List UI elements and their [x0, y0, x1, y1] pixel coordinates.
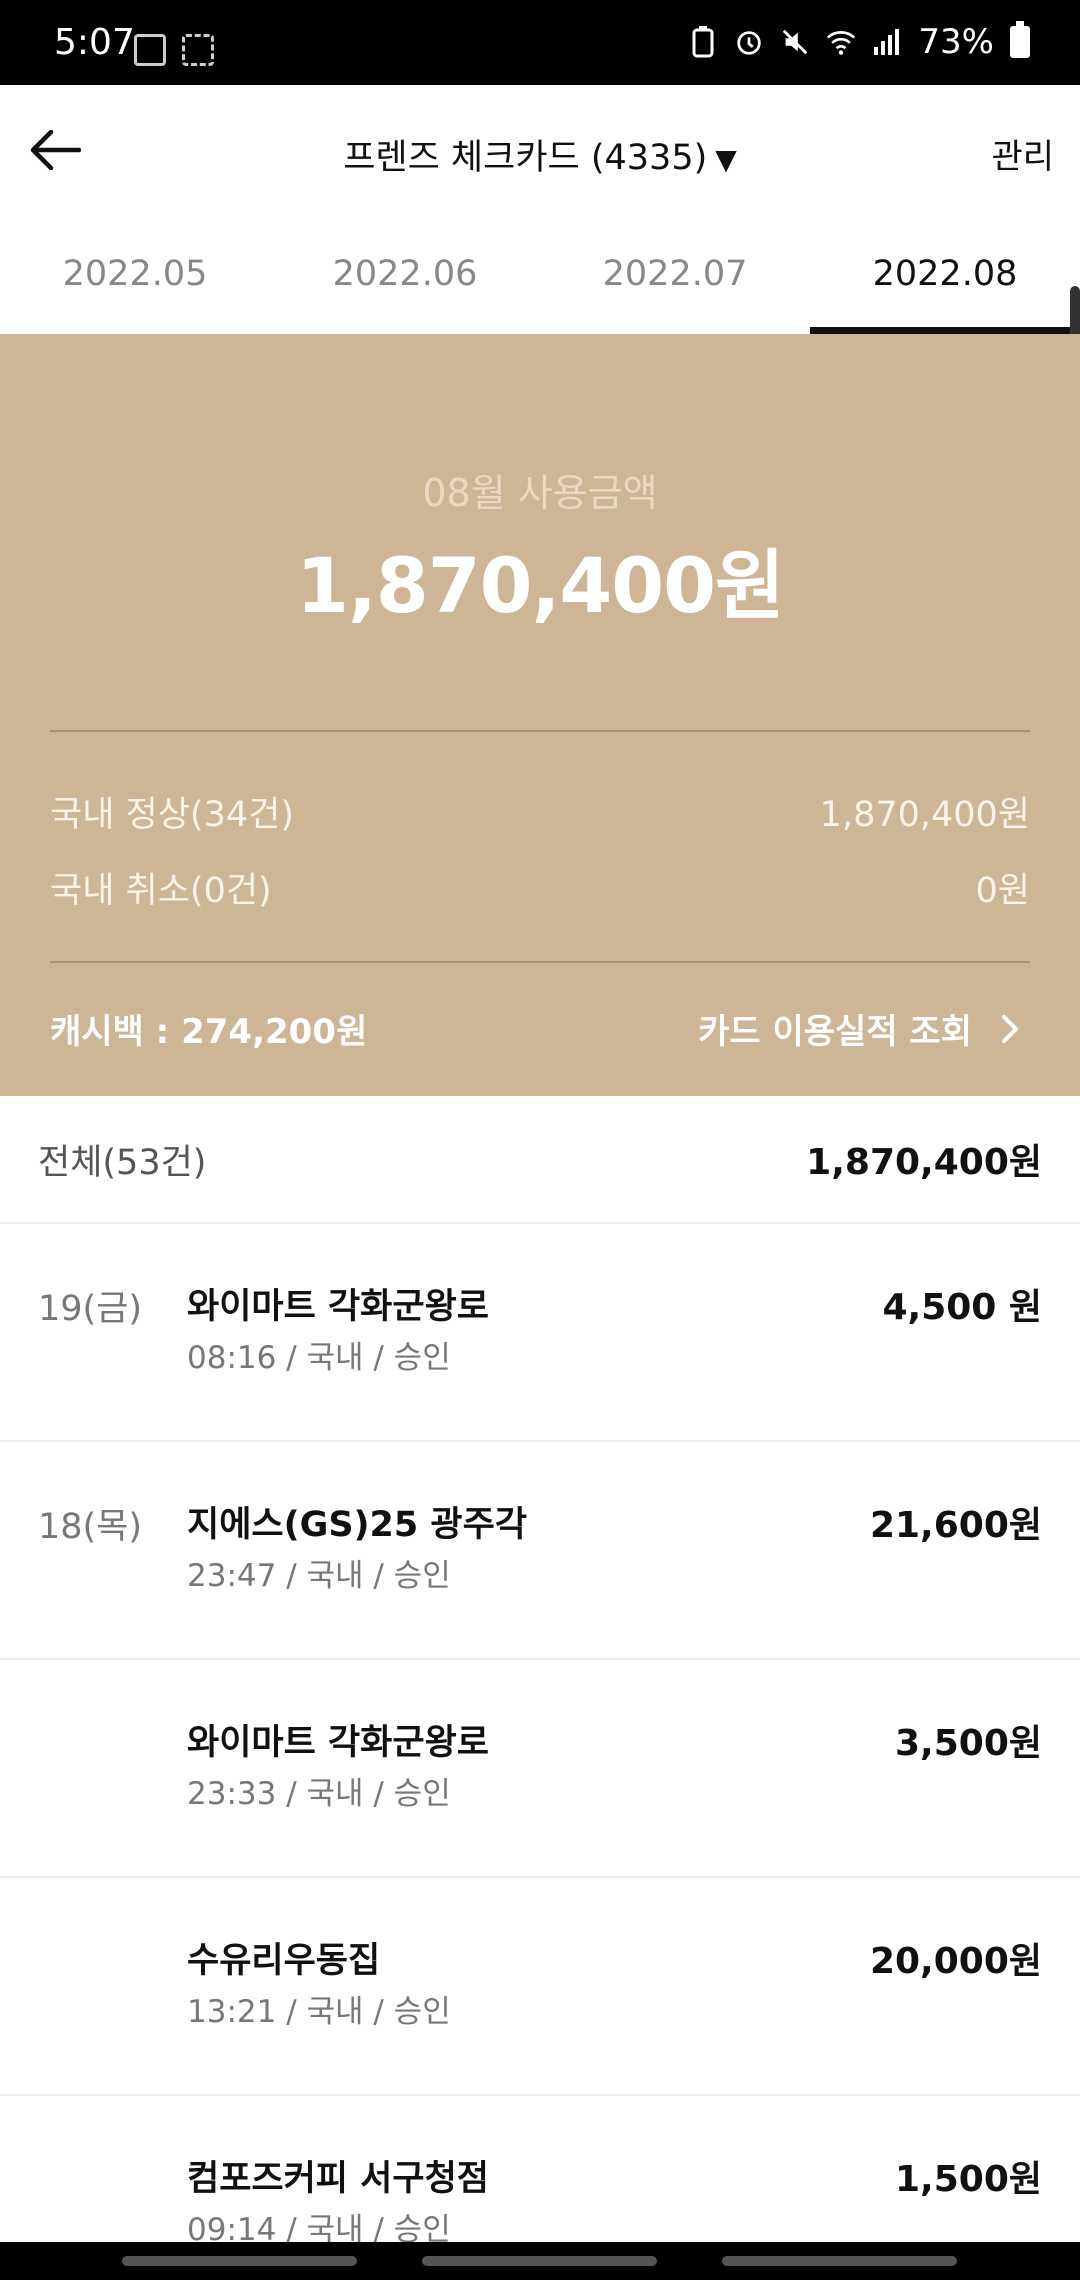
tab-2022-08[interactable]: 2022.08: [810, 220, 1080, 334]
battery-percent: 73%: [918, 22, 994, 62]
summary-amount: 1,870,400원: [296, 541, 785, 630]
transaction-item[interactable]: 19(금) 와이마트 각화군왕로 08:16 / 국내 / 승인 4,500 원: [0, 1224, 1080, 1442]
screenshot-icon: [182, 34, 214, 66]
card-title: 프렌즈 체크카드 (4335): [343, 138, 708, 178]
signal-icon: [872, 26, 902, 58]
transaction-merchant: 컴포즈커피 서구청점: [187, 2159, 489, 2199]
transaction-meta: 23:47 / 국내 / 승인: [187, 1558, 451, 1594]
transaction-merchant: 수유리우동집: [187, 1941, 381, 1981]
status-time: 5:07: [54, 22, 135, 63]
transaction-amount: 1,500원: [895, 2159, 1042, 2200]
transaction-date: 18(목): [38, 1507, 143, 1547]
app-header: 프렌즈 체크카드 (4335) ▼ 관리: [0, 85, 1080, 220]
summary-label: 08월 사용금액: [422, 471, 658, 515]
transaction-merchant: 지에스(GS)25 광주각: [187, 1505, 528, 1545]
alarm-icon: [734, 26, 764, 58]
cashback-text: 캐시백 : 274,200원: [50, 1012, 368, 1052]
card-usage-label: 카드 이용실적 조회: [698, 1012, 972, 1052]
dropdown-arrow-icon: ▼: [715, 143, 737, 176]
transaction-meta: 13:21 / 국내 / 승인: [187, 1994, 451, 2030]
tab-2022-07[interactable]: 2022.07: [540, 220, 810, 334]
transaction-item[interactable]: 컴포즈커피 서구청점 09:14 / 국내 / 승인 1,500원: [0, 2096, 1080, 2242]
domestic-normal-amount: 1,870,400원: [819, 795, 1030, 835]
domestic-normal-label: 국내 정상(34건): [50, 795, 294, 835]
transaction-amount: 21,600원: [869, 1505, 1042, 1546]
nav-home-button[interactable]: [422, 2256, 657, 2266]
transaction-item[interactable]: 18(목) 지에스(GS)25 광주각 23:47 / 국내 / 승인 21,6…: [0, 1442, 1080, 1660]
transaction-merchant: 와이마트 각화군왕로: [187, 1723, 489, 1763]
transaction-amount: 20,000원: [869, 1941, 1042, 1982]
transaction-merchant: 와이마트 각화군왕로: [187, 1287, 489, 1327]
domestic-cancel-label: 국내 취소(0건): [50, 871, 272, 911]
manage-button[interactable]: 관리: [991, 129, 1054, 178]
transaction-meta: 08:16 / 국내 / 승인: [187, 1340, 451, 1376]
tab-2022-05[interactable]: 2022.05: [0, 220, 270, 334]
divider: [50, 730, 1030, 732]
wifi-icon: [826, 26, 856, 58]
nav-back-button[interactable]: [722, 2256, 957, 2266]
month-tabs: 2022.05 2022.06 2022.07 2022.08: [0, 220, 1080, 334]
card-usage-link[interactable]: 카드 이용실적 조회: [698, 1004, 1030, 1053]
domestic-cancel-row: 국내 취소(0건) 0원: [50, 862, 1030, 913]
domestic-cancel-amount: 0원: [975, 871, 1030, 911]
cashback-row: 캐시백 : 274,200원 카드 이용실적 조회: [50, 1004, 1030, 1053]
battery-icon: [1010, 21, 1030, 58]
transaction-amount: 3,500원: [895, 1723, 1042, 1764]
card-selector[interactable]: 프렌즈 체크카드 (4335) ▼: [0, 129, 1080, 180]
transaction-meta: 09:14 / 국내 / 승인: [187, 2212, 451, 2242]
tab-2022-06[interactable]: 2022.06: [270, 220, 540, 334]
transaction-amount: 4,500 원: [882, 1287, 1042, 1328]
battery-saver-icon: [688, 26, 718, 58]
system-nav-bar: [0, 2242, 1080, 2280]
nav-recents-button[interactable]: [122, 2256, 357, 2266]
transaction-date: 19(금): [38, 1289, 143, 1329]
transaction-item[interactable]: 수유리우동집 13:21 / 국내 / 승인 20,000원: [0, 1878, 1080, 2096]
status-bar: 5:07 73%: [0, 0, 1080, 85]
domestic-normal-row: 국내 정상(34건) 1,870,400원: [50, 786, 1030, 837]
all-count-label: 전체(53건): [38, 1142, 207, 1183]
all-total-amount: 1,870,400원: [806, 1142, 1042, 1183]
mute-icon: [780, 26, 810, 58]
monthly-summary: 08월 사용금액 1,870,400원 국내 정상(34건) 1,870,400…: [0, 334, 1080, 1096]
transaction-item[interactable]: 와이마트 각화군왕로 23:33 / 국내 / 승인 3,500원: [0, 1660, 1080, 1878]
divider: [50, 961, 1030, 963]
list-header: 전체(53건) 1,870,400원: [0, 1096, 1080, 1224]
chevron-right-icon: [990, 1009, 1030, 1049]
notification-icon: [134, 34, 166, 66]
transaction-meta: 23:33 / 국내 / 승인: [187, 1776, 451, 1812]
